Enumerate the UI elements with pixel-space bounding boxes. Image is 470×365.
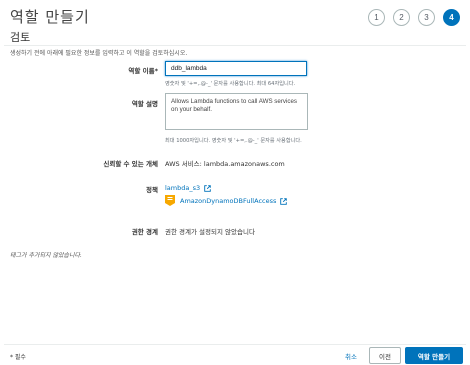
permissions-boundary-value: 권한 경계가 설정되지 않았습니다: [165, 228, 255, 236]
previous-button[interactable]: 이전: [369, 347, 401, 364]
required-note: * 필수: [10, 354, 26, 361]
wizard-steps: 1 2 3 4: [368, 9, 460, 26]
trusted-entity-value: AWS 서비스: lambda.amazonaws.com: [165, 160, 285, 168]
step-3[interactable]: 3: [418, 9, 435, 26]
external-link-icon: [280, 197, 288, 205]
policies-label: 정책: [146, 186, 158, 194]
page-title: 역할 만들기: [10, 8, 90, 26]
policy-item-lambda-s3[interactable]: lambda_s3: [165, 184, 211, 192]
no-tags-note: 태그가 추가되지 않았습니다.: [10, 252, 82, 259]
step-2[interactable]: 2: [393, 9, 410, 26]
external-link-icon: [204, 184, 211, 192]
page-header: 역할 만들기 1 2 3 4: [0, 0, 470, 32]
role-description-textarea[interactable]: Allows Lambda functions to call AWS serv…: [165, 93, 308, 130]
role-name-hint: 영숫자 및 '+=,.@-_' 문자를 사용합니다. 최대 64자입니다.: [165, 81, 296, 87]
cancel-button[interactable]: 취소: [345, 351, 357, 361]
create-role-button[interactable]: 역할 만들기: [405, 347, 463, 364]
section-subtitle: 생성하기 전에 아래에 필요한 정보를 입력하고 이 역할을 검토하십시오.: [10, 50, 188, 57]
role-description-label: 역할 설명: [131, 100, 158, 108]
policy-link-lambda-s3[interactable]: lambda_s3: [165, 184, 200, 192]
trusted-entity-label: 신뢰할 수 있는 개체: [103, 160, 158, 168]
step-4-current: 4: [443, 9, 460, 26]
footer-divider: [4, 344, 466, 345]
role-name-label: 역할 이름*: [128, 67, 158, 75]
policy-item-dynamodb[interactable]: AmazonDynamoDBFullAccess: [180, 197, 288, 205]
step-1[interactable]: 1: [368, 9, 385, 26]
role-description-hint: 최대 1000자입니다. 영숫자 및 '+=,.@-_' 문자를 사용합니다.: [165, 138, 302, 144]
role-name-input[interactable]: [165, 61, 307, 76]
managed-policy-icon: [165, 195, 175, 206]
section-divider: [4, 45, 466, 46]
section-title: 검토: [10, 31, 31, 44]
permissions-boundary-label: 권한 경계: [131, 228, 158, 236]
policy-link-dynamodb[interactable]: AmazonDynamoDBFullAccess: [180, 197, 276, 205]
